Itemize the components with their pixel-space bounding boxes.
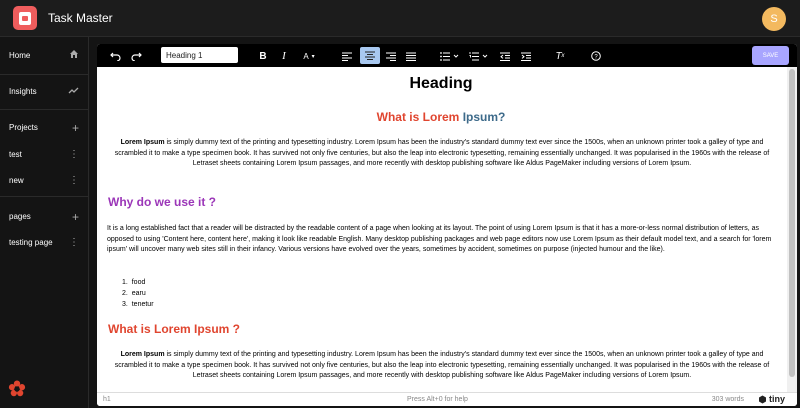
editor-scrollbar[interactable]	[787, 67, 797, 392]
sidebar-item-home[interactable]: Home	[0, 46, 89, 65]
sidebar: Home Insights Projects + test ⋮ new ⋮ pa…	[0, 37, 89, 408]
sidebar-item-label: testing page	[9, 238, 53, 247]
list-item: 1. food	[122, 279, 146, 286]
align-left-icon[interactable]	[341, 49, 353, 63]
trending-icon	[68, 85, 79, 98]
document-body[interactable]: Heading What is Lorem Ipsum? Lorem Ipsum…	[97, 67, 797, 392]
element-path[interactable]: h1	[103, 396, 111, 403]
bold-icon[interactable]: B	[257, 49, 269, 63]
block-format-select[interactable]: Heading 1	[161, 47, 238, 63]
save-button[interactable]: SAVE	[752, 46, 789, 65]
sidebar-item-page[interactable]: testing page ⋮	[0, 233, 89, 252]
tiny-logo-icon	[758, 395, 766, 403]
help-hint: Press Alt+0 for help	[407, 396, 468, 403]
rich-text-editor: Heading 1 B I A ▾ Tx ? SAVE Heading What…	[97, 44, 797, 406]
app-logo-icon[interactable]	[13, 6, 37, 30]
app-title: Task Master	[48, 11, 113, 25]
scrollbar-thumb[interactable]	[789, 69, 795, 377]
redo-icon[interactable]	[130, 49, 142, 63]
sidebar-item-label: new	[9, 176, 24, 185]
paragraph-intro: Lorem Ipsum is simply dummy text of the …	[114, 139, 770, 168]
sidebar-divider	[0, 196, 89, 197]
sidebar-section-projects: Projects +	[0, 118, 89, 137]
sidebar-section-pages: pages +	[0, 207, 89, 226]
word-count[interactable]: 303 words	[712, 396, 744, 403]
ordered-list: 1. food 2. earu 3. tenetur	[122, 278, 154, 311]
italic-icon[interactable]: I	[278, 49, 290, 63]
sidebar-section-label: pages	[9, 212, 31, 221]
align-right-icon[interactable]	[385, 49, 397, 63]
document-heading: Heading	[409, 75, 473, 92]
sidebar-item-insights[interactable]: Insights	[0, 82, 89, 101]
section-heading-what-is-2: What is Lorem Ipsum ?	[108, 322, 241, 336]
top-bar: Task Master S	[0, 0, 800, 37]
help-icon[interactable]: ?	[590, 49, 602, 63]
sidebar-divider	[0, 74, 89, 75]
editor-status-bar: h1 Press Alt+0 for help 303 words tiny	[97, 392, 797, 406]
sidebar-item-project[interactable]: new ⋮	[0, 171, 89, 190]
paragraph-lorem: Lorem Ipsum is simply dummy text of the …	[114, 351, 770, 380]
align-justify-icon[interactable]	[405, 49, 417, 63]
tiny-brand[interactable]: tiny	[758, 394, 785, 404]
more-options-icon[interactable]: ⋮	[69, 149, 79, 160]
add-project-icon[interactable]: +	[72, 122, 79, 134]
more-options-icon[interactable]: ⋮	[69, 237, 79, 248]
text-color-icon[interactable]: A ▾	[298, 49, 320, 63]
more-options-icon[interactable]: ⋮	[69, 175, 79, 186]
sidebar-section-label: Projects	[9, 123, 38, 132]
indent-icon[interactable]	[520, 49, 532, 63]
editor-toolbar: Heading 1 B I A ▾ Tx ? SAVE	[97, 44, 797, 67]
bullet-list-icon[interactable]	[439, 49, 461, 63]
sidebar-item-label: Home	[9, 51, 31, 60]
avatar[interactable]: S	[762, 7, 786, 31]
sidebar-item-label: test	[9, 150, 22, 159]
outdent-icon[interactable]	[499, 49, 511, 63]
paragraph-why: It is a long established fact that a rea…	[107, 225, 772, 254]
add-page-icon[interactable]: +	[72, 211, 79, 223]
numbered-list-icon[interactable]	[468, 49, 490, 63]
list-item: 3. tenetur	[122, 301, 154, 308]
list-item: 2. earu	[122, 290, 146, 297]
section-heading-what-is: What is Lorem Ipsum?	[376, 110, 506, 124]
undo-icon[interactable]	[109, 49, 121, 63]
sidebar-item-label: Insights	[9, 87, 37, 96]
sidebar-divider	[0, 109, 89, 110]
flower-logo-icon	[8, 380, 26, 397]
clear-formatting-icon[interactable]: Tx	[554, 49, 566, 63]
section-heading-why: Why do we use it ?	[108, 195, 217, 209]
home-icon	[69, 49, 79, 62]
sidebar-item-project[interactable]: test ⋮	[0, 145, 89, 164]
align-center-icon[interactable]	[360, 47, 380, 64]
